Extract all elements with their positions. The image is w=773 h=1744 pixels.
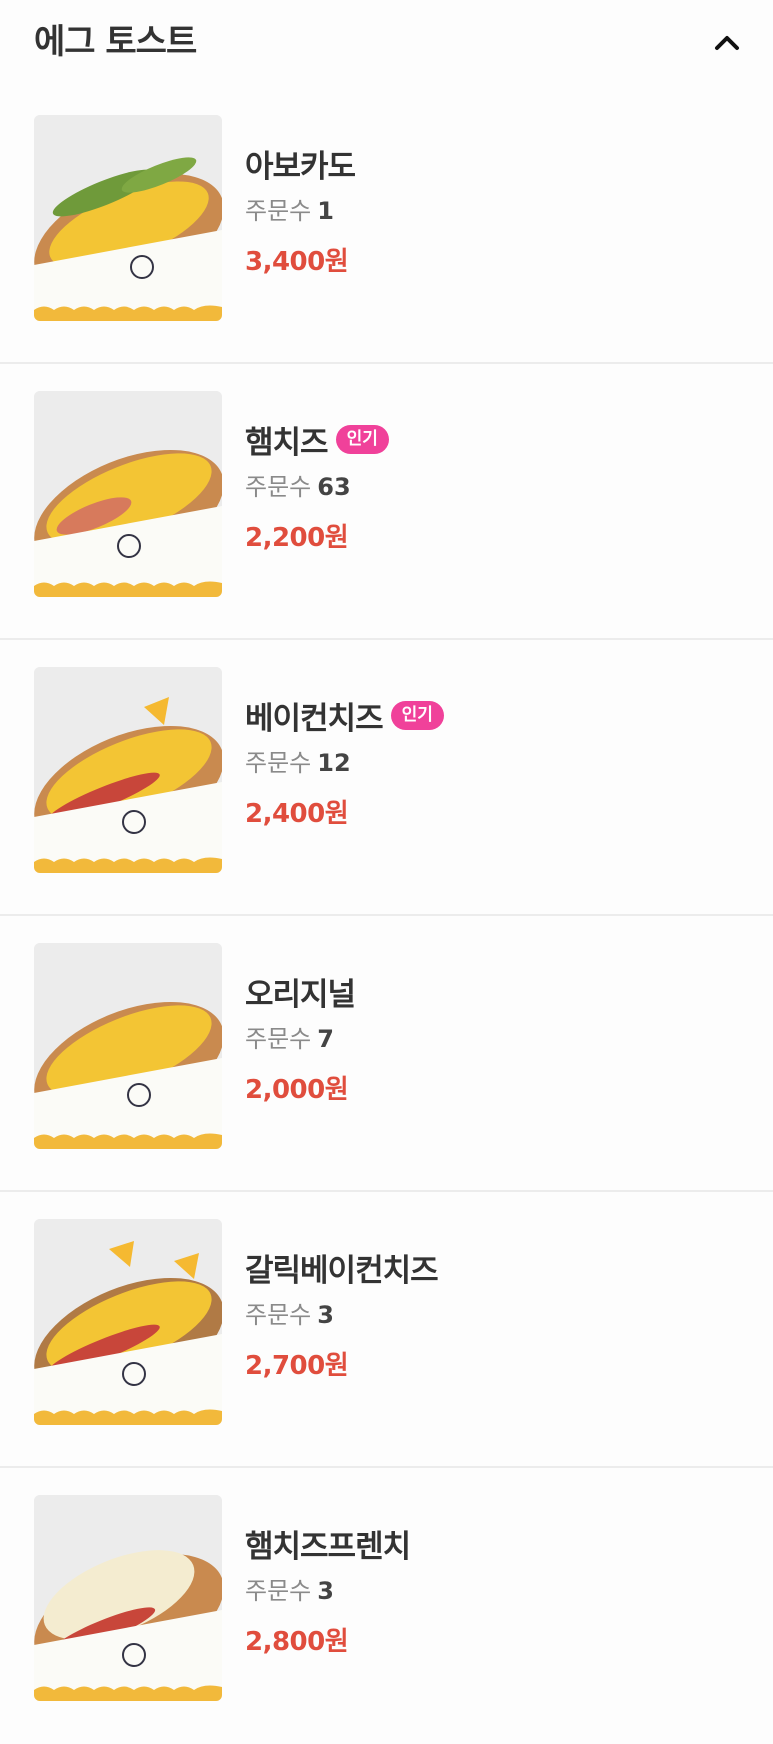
menu-item-image bbox=[34, 391, 222, 597]
section-header[interactable]: 에그 토스트 bbox=[0, 0, 773, 88]
chevron-up-icon bbox=[715, 36, 739, 50]
menu-item-name: 햄치즈 bbox=[245, 424, 329, 461]
menu-item-price: 2,400원 bbox=[245, 799, 349, 829]
menu-item-name: 오리지널 bbox=[245, 976, 356, 1013]
menu-item-price: 3,400원 bbox=[245, 247, 349, 277]
menu-item-image bbox=[34, 1495, 222, 1701]
section-title: 에그 토스트 bbox=[34, 22, 197, 62]
menu-item[interactable]: 아보카도 주문수 1 3,400원 bbox=[0, 88, 773, 364]
order-count: 주문수 1 bbox=[245, 197, 334, 225]
order-count: 주문수 7 bbox=[245, 1025, 334, 1053]
menu-item[interactable]: 햄치즈프렌치 주문수 3 2,800원 bbox=[0, 1468, 773, 1744]
menu-item-image bbox=[34, 943, 222, 1149]
menu-item-image bbox=[34, 115, 222, 321]
order-count: 주문수 3 bbox=[245, 1301, 334, 1329]
menu-item-price: 2,000원 bbox=[245, 1075, 349, 1105]
menu-item[interactable]: 햄치즈 인기 주문수 63 2,200원 bbox=[0, 364, 773, 640]
menu-item[interactable]: 갈릭베이컨치즈 주문수 3 2,700원 bbox=[0, 1192, 773, 1468]
menu-item[interactable]: 오리지널 주문수 7 2,000원 bbox=[0, 916, 773, 1192]
popular-badge: 인기 bbox=[390, 700, 444, 730]
menu-item-name: 햄치즈프렌치 bbox=[245, 1528, 411, 1565]
menu-item-price: 2,800원 bbox=[245, 1627, 349, 1657]
menu-item[interactable]: 베이컨치즈 인기 주문수 12 2,400원 bbox=[0, 640, 773, 916]
menu-item-image bbox=[34, 1219, 222, 1425]
menu-item-price: 2,200원 bbox=[245, 523, 349, 553]
menu-item-name: 갈릭베이컨치즈 bbox=[245, 1252, 439, 1289]
menu-item-price: 2,700원 bbox=[245, 1351, 349, 1381]
collapse-button[interactable] bbox=[704, 20, 750, 66]
order-count: 주문수 3 bbox=[245, 1577, 334, 1605]
popular-badge: 인기 bbox=[335, 424, 389, 454]
menu-item-name: 아보카도 bbox=[245, 148, 356, 185]
order-count: 주문수 12 bbox=[245, 749, 351, 777]
menu-list: 아보카도 주문수 1 3,400원 햄치즈 인기 주문수 63 2,200원 베… bbox=[0, 88, 773, 1744]
menu-item-image bbox=[34, 667, 222, 873]
order-count: 주문수 63 bbox=[245, 473, 351, 501]
menu-item-name: 베이컨치즈 bbox=[245, 700, 384, 737]
